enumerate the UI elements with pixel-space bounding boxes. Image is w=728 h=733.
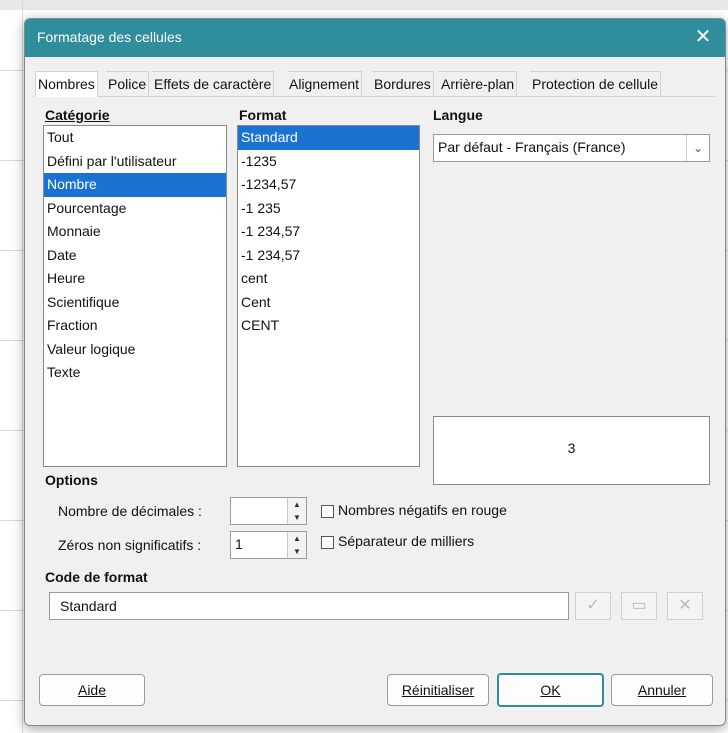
leading-zeros-label: Zéros non significatifs : bbox=[58, 537, 202, 553]
tab-protection-de-cellule[interactable]: Protection de cellule bbox=[530, 71, 662, 96]
comment-icon[interactable]: ▭ bbox=[621, 592, 657, 620]
category-item[interactable]: Fraction bbox=[44, 314, 226, 338]
format-code-heading: Code de format bbox=[45, 569, 148, 585]
format-item[interactable]: -1235 bbox=[238, 150, 419, 174]
close-icon[interactable]: ✕ bbox=[691, 25, 715, 49]
help-button-label: Aide bbox=[77, 682, 107, 698]
language-dropdown[interactable]: Par défaut - Français (France) ⌄ bbox=[433, 134, 710, 162]
format-preview: 3 bbox=[433, 416, 710, 485]
format-item[interactable]: cent bbox=[238, 267, 419, 291]
category-item[interactable]: Texte bbox=[44, 361, 226, 385]
category-item[interactable]: Défini par l'utilisateur bbox=[44, 150, 226, 174]
cancel-button[interactable]: Annuler bbox=[611, 674, 713, 706]
tab-arriere-plan[interactable]: Arrière-plan bbox=[439, 71, 518, 96]
language-heading: Langue bbox=[433, 107, 483, 123]
format-item[interactable]: -1234,57 bbox=[238, 173, 419, 197]
format-item[interactable]: CENT bbox=[238, 314, 419, 338]
reset-button-label: Réinitialiser bbox=[401, 682, 475, 698]
ok-button[interactable]: OK bbox=[497, 673, 604, 707]
format-code-value[interactable]: Standard bbox=[60, 598, 117, 614]
category-item[interactable]: Heure bbox=[44, 267, 226, 291]
tab-bordures[interactable]: Bordures bbox=[372, 71, 434, 96]
category-list[interactable]: Tout Défini par l'utilisateur Nombre Pou… bbox=[43, 125, 227, 467]
category-heading: Catégorie bbox=[45, 107, 110, 123]
category-item[interactable]: Date bbox=[44, 244, 226, 268]
leading-zeros-value[interactable]: 1 bbox=[235, 536, 243, 552]
help-button[interactable]: Aide bbox=[39, 674, 145, 706]
spin-up-icon[interactable]: ▲ bbox=[288, 498, 306, 511]
leading-zeros-stepper[interactable]: 1 ▲ ▼ bbox=[230, 531, 307, 559]
reset-button[interactable]: Réinitialiser bbox=[387, 674, 489, 706]
spreadsheet-toolbar-strip bbox=[0, 0, 728, 10]
tab-nombres[interactable]: Nombres bbox=[35, 71, 98, 97]
format-item-selected[interactable]: Standard bbox=[238, 126, 419, 150]
tab-police[interactable]: Police bbox=[106, 71, 150, 96]
spin-down-icon[interactable]: ▼ bbox=[288, 511, 306, 524]
spin-up-icon[interactable]: ▲ bbox=[288, 532, 306, 545]
grid-line bbox=[22, 0, 23, 733]
format-list[interactable]: Standard -1235 -1234,57 -1 235 -1 234,57… bbox=[237, 125, 420, 467]
stepper-buttons[interactable]: ▲ ▼ bbox=[287, 498, 306, 524]
accept-icon[interactable]: ✓ bbox=[575, 592, 611, 620]
dialog-footer: Aide Réinitialiser OK Annuler bbox=[25, 659, 725, 725]
category-item-selected[interactable]: Nombre bbox=[44, 173, 226, 197]
chevron-down-icon[interactable]: ⌄ bbox=[686, 135, 709, 161]
cancel-button-label: Annuler bbox=[637, 682, 687, 698]
thousands-separator-label[interactable]: Séparateur de milliers bbox=[338, 533, 474, 549]
ok-button-label: OK bbox=[540, 682, 561, 698]
format-item[interactable]: -1 234,57 bbox=[238, 220, 419, 244]
language-value: Par défaut - Français (France) bbox=[438, 139, 626, 155]
tab-effets-de-caractere[interactable]: Effets de caractère bbox=[152, 71, 275, 96]
format-item[interactable]: -1 235 bbox=[238, 197, 419, 221]
negative-red-label[interactable]: Nombres négatifs en rouge bbox=[338, 502, 507, 518]
thousands-separator-checkbox[interactable] bbox=[321, 536, 334, 549]
delete-icon[interactable]: ✕ bbox=[667, 592, 703, 620]
format-item[interactable]: Cent bbox=[238, 291, 419, 315]
category-item[interactable]: Tout bbox=[44, 126, 226, 150]
decimals-stepper[interactable]: ▲ ▼ bbox=[230, 497, 307, 525]
category-item[interactable]: Valeur logique bbox=[44, 338, 226, 362]
stepper-buttons[interactable]: ▲ ▼ bbox=[287, 532, 306, 558]
spin-down-icon[interactable]: ▼ bbox=[288, 545, 306, 558]
dialog-titlebar: Formatage des cellules ✕ bbox=[25, 19, 725, 57]
format-item[interactable]: -1 234,57 bbox=[238, 244, 419, 268]
format-heading: Format bbox=[239, 107, 287, 123]
dialog-title: Formatage des cellules bbox=[37, 29, 182, 45]
preview-value: 3 bbox=[567, 440, 576, 456]
category-item[interactable]: Pourcentage bbox=[44, 197, 226, 221]
negative-red-checkbox[interactable] bbox=[321, 505, 334, 518]
category-item[interactable]: Scientifique bbox=[44, 291, 226, 315]
category-item[interactable]: Monnaie bbox=[44, 220, 226, 244]
options-heading: Options bbox=[45, 472, 98, 488]
format-code-input[interactable]: Standard bbox=[49, 592, 569, 620]
format-cells-dialog: Formatage des cellules ✕ Nombres Police … bbox=[24, 18, 726, 726]
tab-alignement[interactable]: Alignement bbox=[287, 71, 363, 96]
decimals-label: Nombre de décimales : bbox=[58, 503, 202, 519]
